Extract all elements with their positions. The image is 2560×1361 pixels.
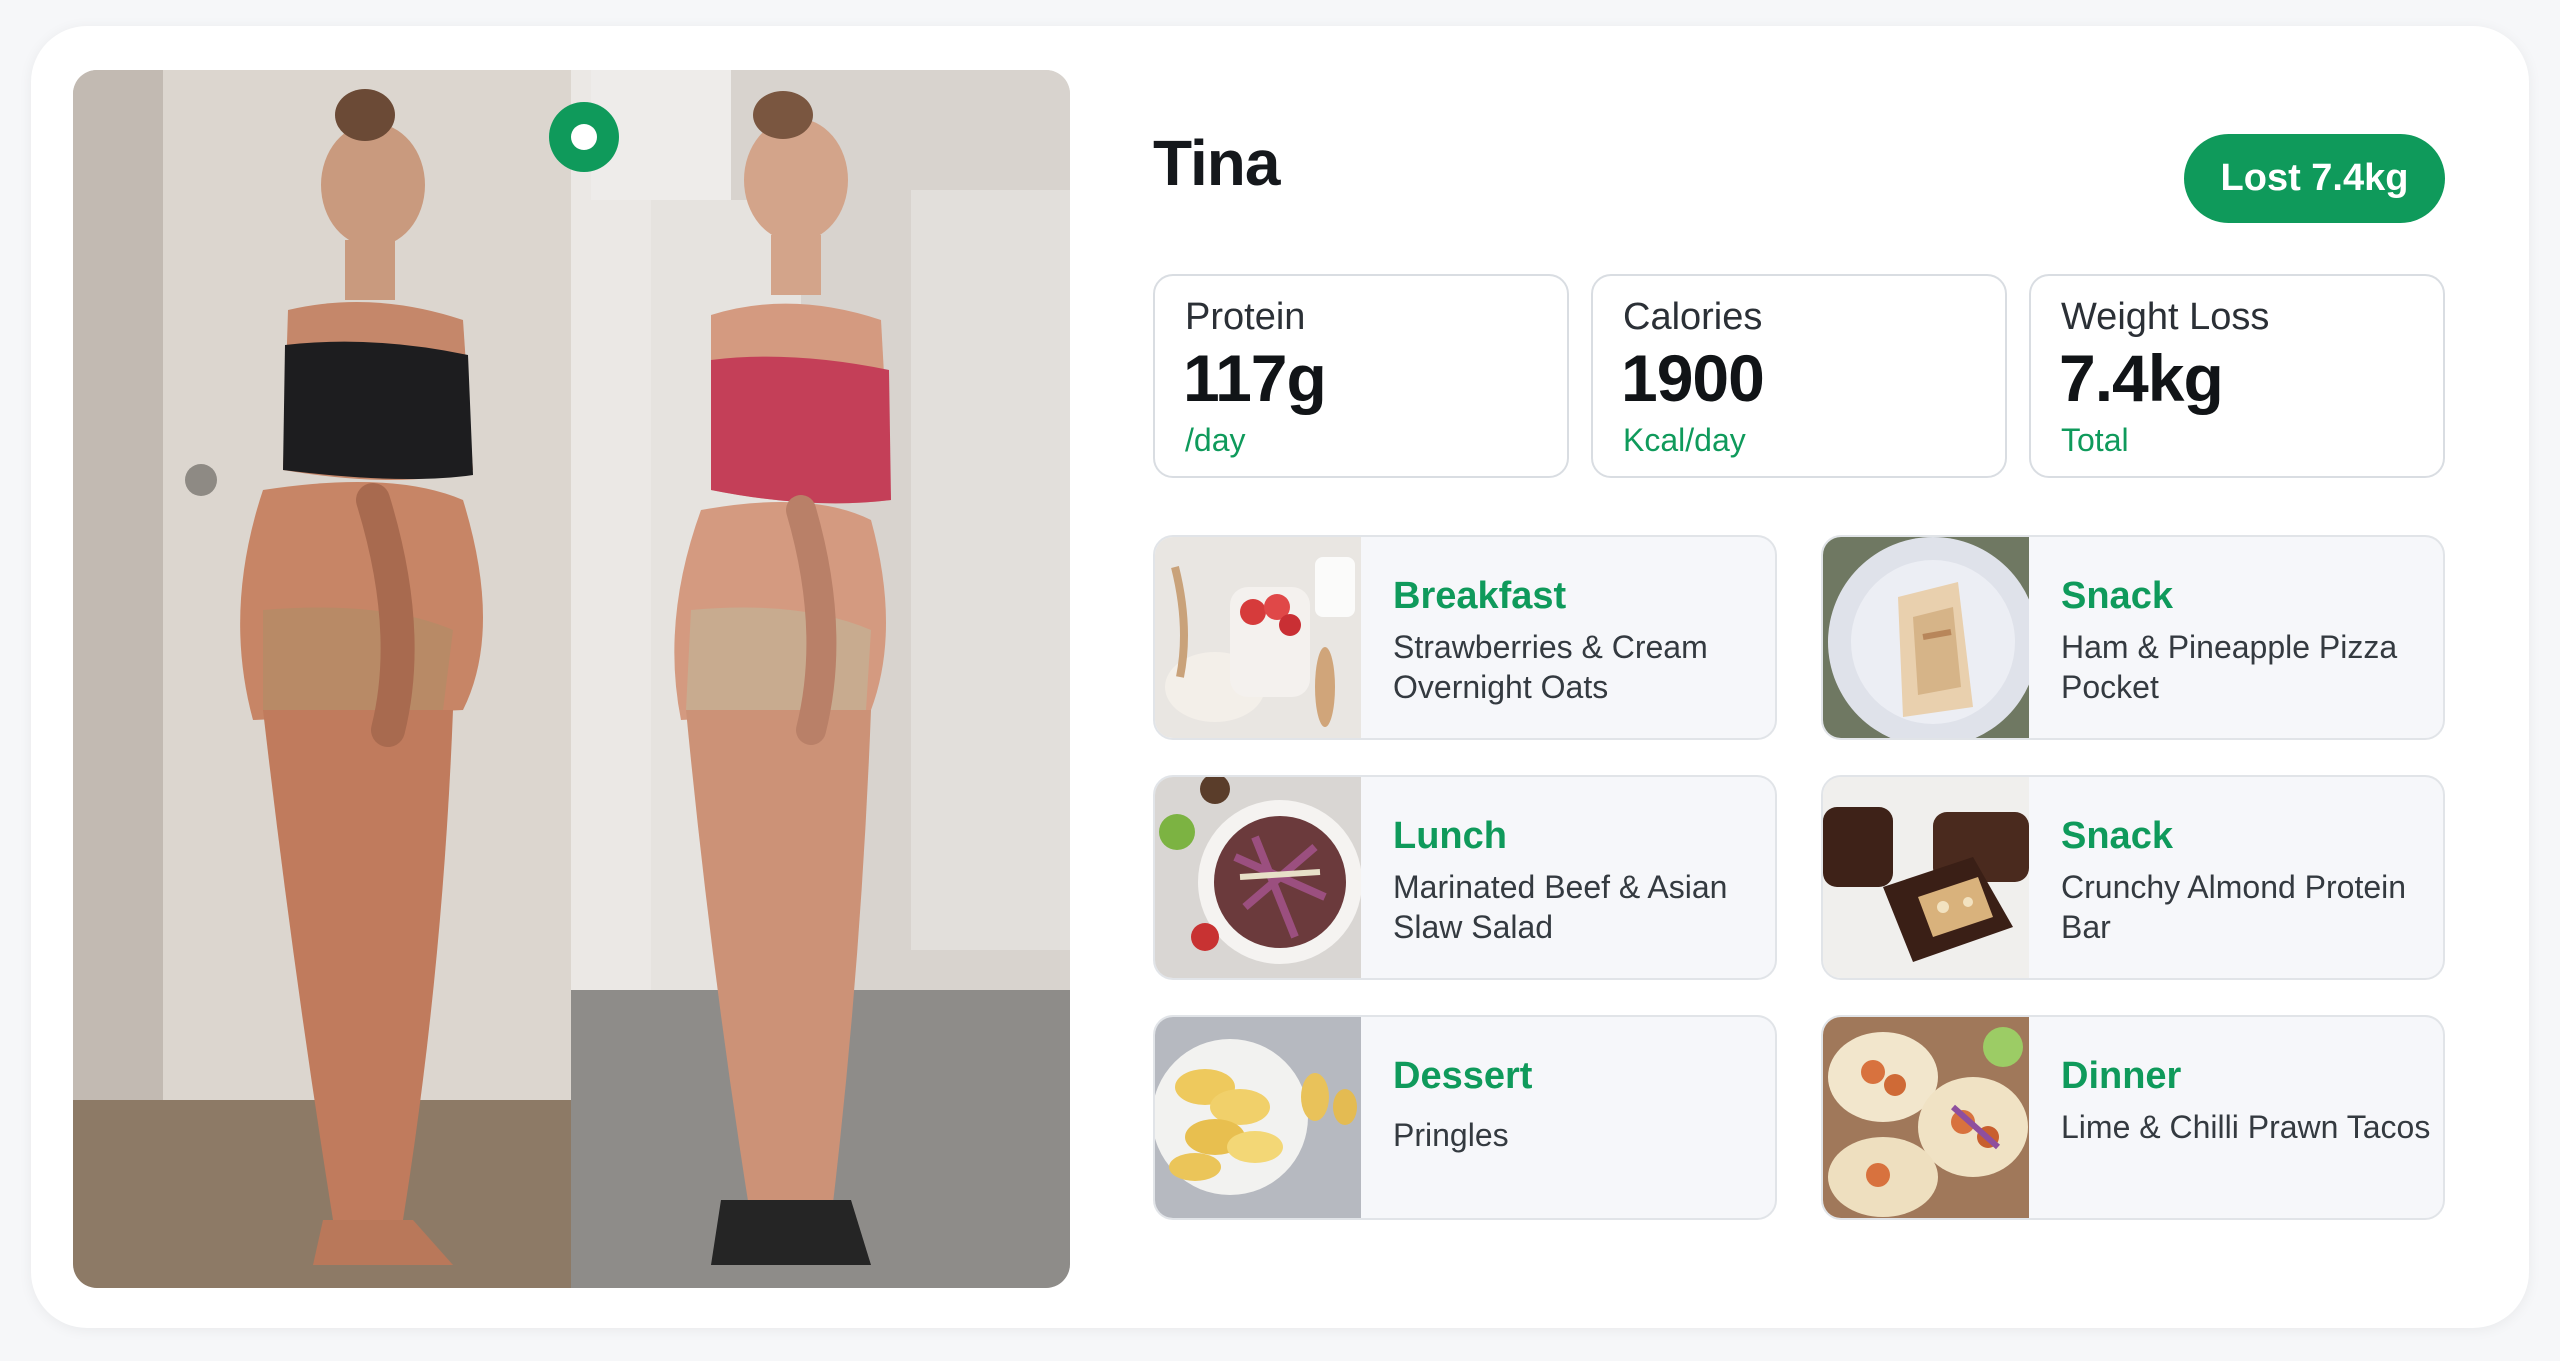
meal-name: Marinated Beef & Asian Slaw Salad xyxy=(1393,869,1728,945)
meal-card-dinner[interactable]: Dinner Lime & Chilli Prawn Tacos xyxy=(1821,1015,2445,1220)
meal-type: Snack xyxy=(2061,815,2173,857)
meal-name: Lime & Chilli Prawn Tacos xyxy=(2061,1109,2431,1145)
meal-card-breakfast[interactable]: Breakfast Strawberries & Cream Overnight… xyxy=(1153,535,1777,740)
stat-value: 1900 xyxy=(1621,341,1765,415)
user-name: Tina xyxy=(1153,127,1280,199)
meal-name: Strawberries & Cream Overnight Oats xyxy=(1393,629,1708,705)
meal-type: Dinner xyxy=(2061,1055,2182,1097)
stat-card-protein: Protein 117g /day xyxy=(1153,274,1569,478)
stat-value: 7.4kg xyxy=(2059,341,2224,415)
brand-logo-icon xyxy=(549,102,619,172)
before-photo xyxy=(73,70,571,1288)
stats-row: Protein 117g /day Calories 1900 Kcal/day… xyxy=(1153,274,2445,482)
stat-value: 117g xyxy=(1183,341,1327,415)
meal-image-pizza-pocket xyxy=(1823,537,2029,738)
stat-label: Protein xyxy=(1185,296,1306,338)
meal-name: Crunchy Almond Protein Bar xyxy=(2061,869,2407,945)
stat-unit: Total xyxy=(2061,422,2129,458)
progress-card: Tina Lost 7.4kg Protein 117g /day Calori… xyxy=(31,26,2529,1328)
meal-image-prawn-tacos xyxy=(1823,1017,2029,1218)
after-photo xyxy=(571,70,1070,1288)
meal-card-snack-protein-bar[interactable]: Snack Crunchy Almond Protein Bar xyxy=(1821,775,2445,980)
stat-card-calories: Calories 1900 Kcal/day xyxy=(1591,274,2007,478)
meal-image-pringles xyxy=(1155,1017,1361,1218)
meal-image-overnight-oats xyxy=(1155,537,1361,738)
stat-label: Weight Loss xyxy=(2061,296,2270,338)
meal-type: Lunch xyxy=(1393,815,1507,857)
stat-unit: /day xyxy=(1185,422,1246,458)
meal-name: Ham & Pineapple Pizza Pocket xyxy=(2061,629,2398,705)
meal-image-protein-bar xyxy=(1823,777,2029,978)
meal-image-beef-salad xyxy=(1155,777,1361,978)
stat-card-weight-loss: Weight Loss 7.4kg Total xyxy=(2029,274,2445,478)
meal-card-lunch[interactable]: Lunch Marinated Beef & Asian Slaw Salad xyxy=(1153,775,1777,980)
before-after-photo xyxy=(73,70,1070,1288)
meal-card-dessert[interactable]: Dessert Pringles xyxy=(1153,1015,1777,1220)
meal-name: Pringles xyxy=(1393,1117,1509,1153)
stat-label: Calories xyxy=(1623,296,1763,338)
weight-lost-badge[interactable]: Lost 7.4kg xyxy=(2184,134,2445,223)
meal-type: Breakfast xyxy=(1393,575,1567,617)
meal-card-snack-pizza-pocket[interactable]: Snack Ham & Pineapple Pizza Pocket xyxy=(1821,535,2445,740)
meal-type: Snack xyxy=(2061,575,2173,617)
stat-unit: Kcal/day xyxy=(1623,422,1746,458)
meal-type: Dessert xyxy=(1393,1055,1533,1097)
